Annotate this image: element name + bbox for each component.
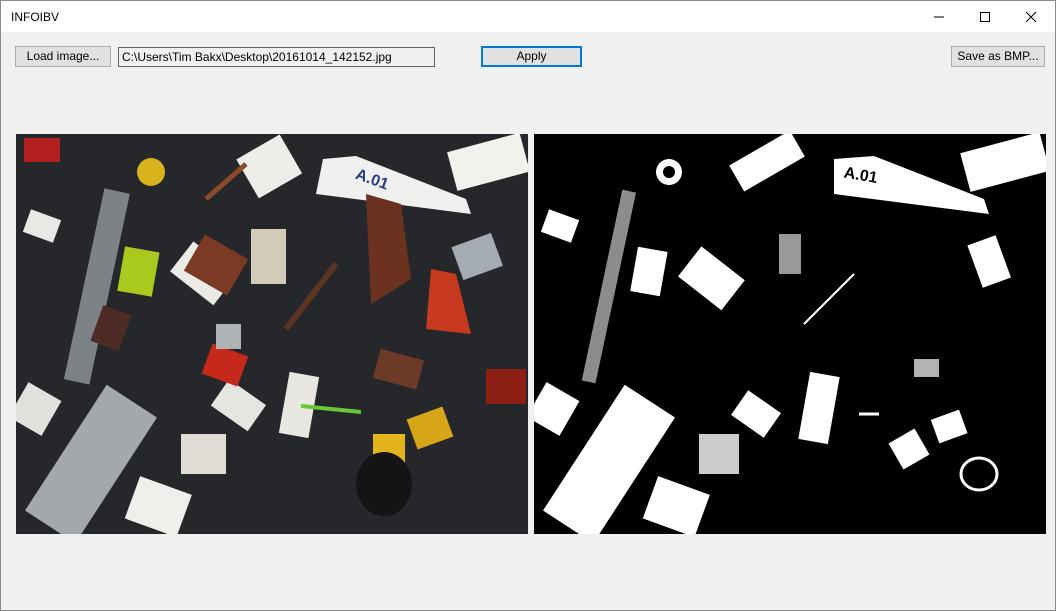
close-icon: [1025, 11, 1037, 23]
minimize-button[interactable]: [916, 1, 962, 32]
load-image-button[interactable]: Load image...: [15, 46, 111, 67]
close-button[interactable]: [1008, 1, 1054, 32]
maximize-icon: [980, 12, 990, 22]
save-bmp-button[interactable]: Save as BMP...: [951, 46, 1045, 67]
minimize-icon: [934, 16, 944, 18]
maximize-button[interactable]: [962, 1, 1008, 32]
input-image: A.01: [16, 134, 528, 534]
file-path-field[interactable]: C:\Users\Tim Bakx\Desktop\20161014_14215…: [118, 47, 435, 67]
output-image: A.01: [534, 134, 1046, 534]
window-title: INFOIBV: [11, 10, 60, 24]
title-bar[interactable]: INFOIBV: [1, 1, 1055, 32]
app-window: INFOIBV Load image... C:\Users\Tim Bakx\…: [0, 0, 1056, 611]
apply-button[interactable]: Apply: [481, 46, 582, 67]
